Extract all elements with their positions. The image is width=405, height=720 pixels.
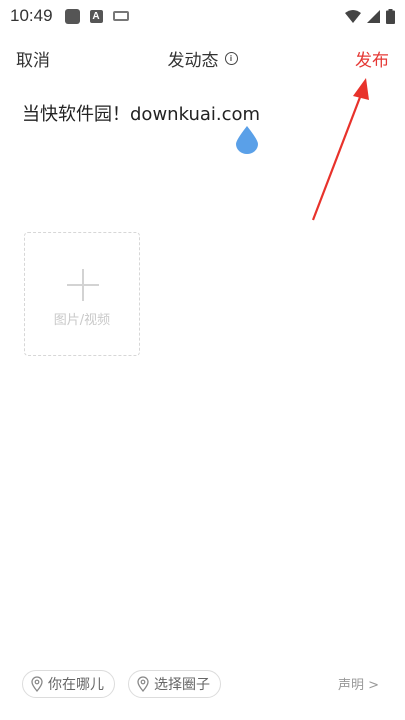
statement-link[interactable]: 声明 >	[338, 674, 379, 693]
status-time: 10:49	[10, 6, 53, 25]
post-content-text[interactable]: 当快软件园！downkuai.com	[22, 100, 382, 126]
circle-label: 选择圈子	[154, 677, 210, 693]
title-group: 发动态 i	[0, 46, 405, 71]
square-icon	[64, 8, 80, 24]
status-bar: 10:49 A	[0, 0, 405, 32]
page-title: 发动态	[167, 51, 219, 71]
status-icons-right	[345, 8, 395, 24]
status-icons-left: A	[64, 8, 129, 24]
location-pin-icon	[137, 676, 149, 692]
location-pin-icon	[31, 676, 43, 692]
plus-icon	[67, 269, 99, 301]
add-media-label: 图片/视频	[53, 313, 111, 328]
a-badge-icon: A	[89, 9, 103, 23]
text-cursor-handle-icon[interactable]	[236, 126, 258, 154]
signal-icon	[367, 9, 380, 23]
publish-button[interactable]: 发布	[355, 46, 389, 71]
add-media-button[interactable]: 图片/视频	[24, 232, 140, 356]
annotation-arrow	[311, 78, 369, 221]
keyboard-icon	[112, 11, 129, 21]
location-label: 你在哪儿	[48, 677, 104, 693]
info-icon[interactable]: i	[224, 52, 238, 65]
location-chip[interactable]: 你在哪儿	[22, 670, 115, 698]
circle-chip[interactable]: 选择圈子	[128, 670, 221, 698]
bottom-bar: 你在哪儿 选择圈子 声明 >	[0, 668, 405, 704]
wifi-icon	[345, 9, 361, 23]
battery-icon	[386, 8, 395, 24]
